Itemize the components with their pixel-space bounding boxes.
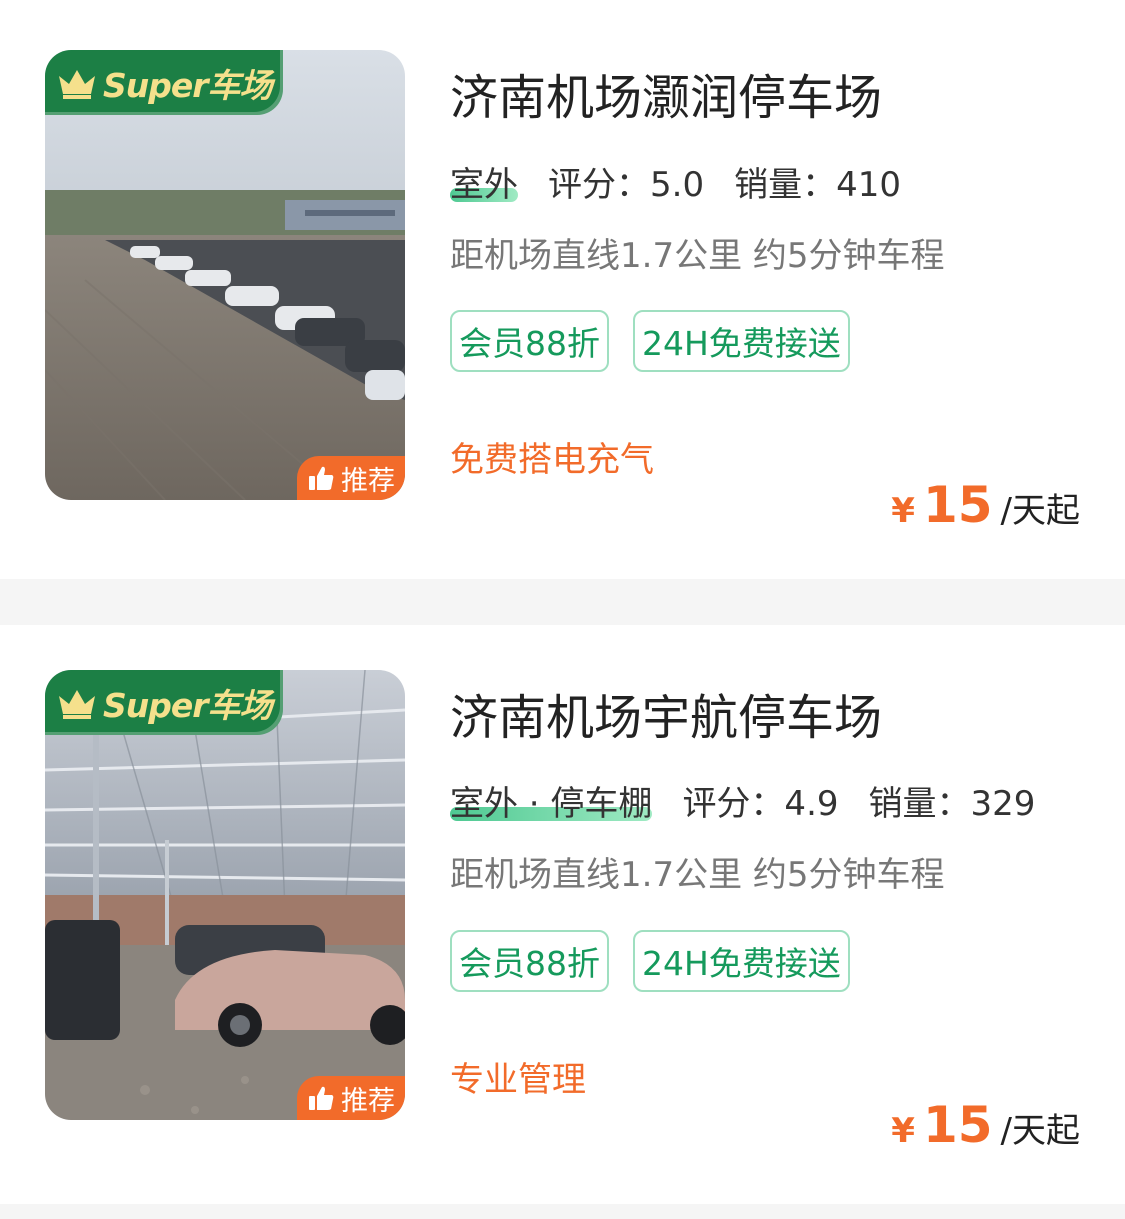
rating-text: 评分：4.9	[682, 783, 839, 824]
super-badge-label: Super车场	[103, 685, 273, 725]
free-shuttle-tag: 24H免费接送	[633, 310, 850, 372]
recommend-badge: 推荐	[297, 456, 405, 500]
recommend-badge: 推荐	[297, 1076, 405, 1120]
sales-text: 销量：329	[868, 783, 1036, 824]
recommend-label: 推荐	[341, 465, 395, 497]
environment-text: 室外 · 停车棚	[450, 783, 653, 824]
currency-symbol: ¥	[891, 491, 915, 531]
thumbs-up-icon	[309, 1086, 334, 1110]
price-display: ¥ 15 /天起	[891, 1096, 1080, 1154]
parking-photo[interactable]: Super车场 推荐	[45, 670, 405, 1120]
crown-icon	[59, 689, 95, 719]
super-badge-label: Super车场	[103, 65, 273, 105]
rating-text: 评分：5.0	[548, 164, 705, 205]
price-unit: /天起	[1000, 1111, 1080, 1151]
thumbs-up-icon	[309, 466, 334, 490]
parking-name[interactable]: 济南机场灏润停车场	[450, 58, 882, 128]
covered-parking-shed-photo	[45, 670, 405, 1120]
environment-text: 室外	[450, 164, 518, 205]
parking-name[interactable]: 济南机场宇航停车场	[450, 678, 882, 748]
distance-text: 距机场直线1.7公里 约5分钟车程	[450, 855, 945, 895]
tag-list: 会员88折 24H免费接送	[450, 310, 850, 372]
price-value: 15	[922, 476, 993, 534]
member-discount-tag: 会员88折	[450, 310, 609, 372]
environment-label: 室外 · 停车棚	[450, 776, 653, 825]
super-parking-badge: Super车场	[45, 50, 283, 115]
price-display: ¥ 15 /天起	[891, 476, 1080, 534]
parking-listing-card[interactable]: Super车场 推荐 济南机场宇航停车场 室外 · 停车棚 评分：4.9 销量：…	[0, 625, 1125, 1204]
feature-text: 专业管理	[450, 1060, 586, 1100]
currency-symbol: ¥	[891, 1111, 915, 1151]
distance-text: 距机场直线1.7公里 约5分钟车程	[450, 236, 945, 276]
parking-listing-card[interactable]: Super车场 推荐 济南机场灏润停车场 室外 评分：5.0 销量：410 距机…	[0, 0, 1125, 579]
feature-text: 免费搭电充气	[450, 440, 654, 480]
price-value: 15	[922, 1096, 993, 1154]
parking-photo[interactable]: Super车场 推荐	[45, 50, 405, 500]
outdoor-parking-lot-photo	[45, 50, 405, 500]
price-unit: /天起	[1000, 491, 1080, 531]
super-parking-badge: Super车场	[45, 670, 283, 735]
parking-meta-row: 室外 评分：5.0 销量：410	[450, 157, 901, 206]
tag-list: 会员88折 24H免费接送	[450, 930, 850, 992]
crown-icon	[59, 69, 95, 99]
sales-text: 销量：410	[734, 164, 901, 205]
recommend-label: 推荐	[341, 1085, 395, 1117]
environment-label: 室外	[450, 157, 518, 206]
free-shuttle-tag: 24H免费接送	[633, 930, 850, 992]
member-discount-tag: 会员88折	[450, 930, 609, 992]
parking-meta-row: 室外 · 停车棚 评分：4.9 销量：329	[450, 776, 1036, 825]
